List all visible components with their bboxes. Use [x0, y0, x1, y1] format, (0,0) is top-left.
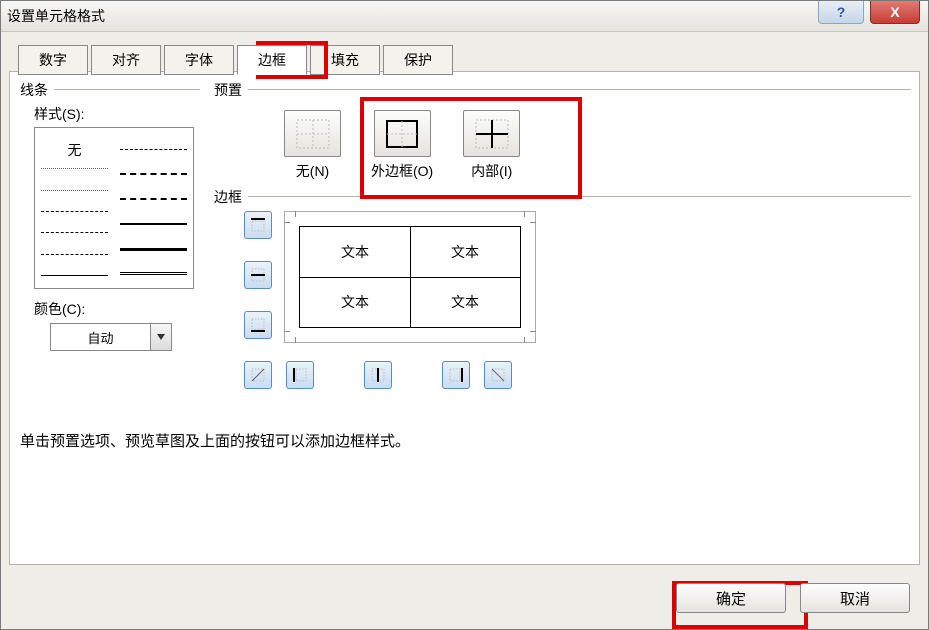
line-style-dotted-2[interactable] — [41, 182, 108, 191]
color-combo-value: 自动 — [51, 328, 150, 347]
highlight-preset-buttons — [360, 97, 582, 199]
line-style-dash-3[interactable] — [41, 246, 108, 255]
preset-none-label: 无(N) — [296, 163, 329, 179]
tab-font[interactable]: 字体 — [164, 45, 234, 75]
line-style-medium[interactable] — [120, 215, 187, 225]
line-style-dash[interactable] — [41, 203, 108, 212]
border-preview[interactable]: 文本 文本 文本 文本 — [284, 211, 536, 343]
border-top-button[interactable] — [244, 211, 272, 239]
preview-cell-text: 文本 — [451, 242, 479, 262]
tab-alignment[interactable]: 对齐 — [91, 45, 161, 75]
style-label: 样式(S): — [34, 104, 200, 124]
border-group-label: 边框 — [214, 187, 242, 207]
line-style-double[interactable] — [120, 266, 187, 275]
line-style-dash-6[interactable] — [120, 190, 187, 200]
line-style-list[interactable]: 无 — [34, 127, 194, 289]
line-style-dotted[interactable] — [41, 160, 108, 169]
help-icon: ? — [837, 0, 846, 27]
line-style-dash-4[interactable] — [120, 141, 187, 150]
hint-text: 单击预置选项、预览草图及上面的按钮可以添加边框样式。 — [20, 430, 410, 451]
line-style-none[interactable]: 无 — [41, 140, 108, 148]
close-icon: X — [890, 0, 899, 27]
tab-number[interactable]: 数字 — [18, 45, 88, 75]
ok-button[interactable]: 确定 — [676, 583, 786, 613]
color-combo[interactable]: 自动 — [50, 323, 172, 351]
border-diag-down-button[interactable] — [484, 361, 512, 389]
preview-cell-text: 文本 — [341, 292, 369, 312]
border-left-button[interactable] — [286, 361, 314, 389]
preset-group-label: 预置 — [214, 80, 242, 100]
close-button[interactable]: X — [870, 1, 920, 24]
titlebar: 设置单元格格式 ? X — [1, 1, 928, 32]
preview-cell-text: 文本 — [341, 242, 369, 262]
format-cells-dialog: 设置单元格格式 ? X 数字 对齐 字体 边框 填充 保护 线条 — [0, 0, 929, 630]
border-hmiddle-button[interactable] — [244, 261, 272, 289]
tab-border[interactable]: 边框 — [237, 45, 307, 75]
preset-none-button[interactable] — [284, 110, 341, 157]
border-diag-up-button[interactable] — [244, 361, 272, 389]
border-right-button[interactable] — [442, 361, 470, 389]
line-group: 线条 样式(S): 无 — [20, 80, 200, 351]
preset-none: 无(N) — [284, 110, 341, 181]
color-label: 颜色(C): — [34, 299, 200, 319]
line-style-thin[interactable] — [41, 267, 108, 276]
line-group-label: 线条 — [20, 80, 48, 100]
line-style-dash-2[interactable] — [41, 224, 108, 233]
border-bottom-button[interactable] — [244, 311, 272, 339]
border-vmiddle-button[interactable] — [364, 361, 392, 389]
line-style-thick[interactable] — [120, 240, 187, 251]
preview-cell-text: 文本 — [451, 292, 479, 312]
preset-none-icon — [296, 119, 330, 149]
tab-strip: 数字 对齐 字体 边框 填充 保护 — [18, 45, 456, 75]
line-style-dash-5[interactable] — [120, 165, 187, 175]
tab-protection[interactable]: 保护 — [383, 45, 453, 75]
chevron-down-icon — [150, 324, 171, 350]
window-title: 设置单元格格式 — [7, 8, 105, 24]
cancel-button[interactable]: 取消 — [800, 583, 910, 613]
help-button[interactable]: ? — [818, 1, 864, 24]
